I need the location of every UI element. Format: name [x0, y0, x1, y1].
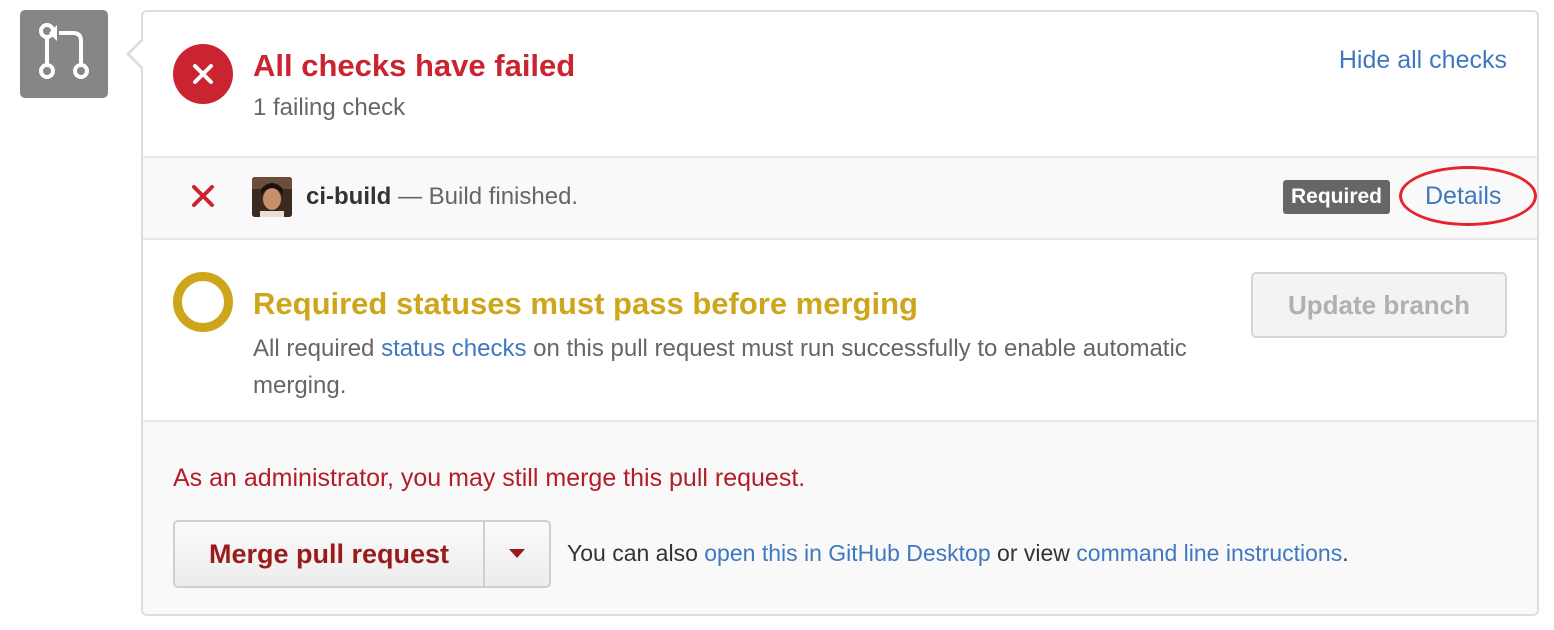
check-name: ci-build — [306, 183, 392, 210]
check-text: ci-build — Build finished. — [306, 183, 578, 211]
merge-status-panel: All checks have failed 1 failing check H… — [141, 10, 1539, 616]
status-checks-link[interactable]: status checks — [381, 335, 526, 362]
help-text-mid: or view — [990, 540, 1077, 566]
annotation-circle — [1399, 166, 1537, 226]
update-branch-button[interactable]: Update branch — [1251, 272, 1507, 338]
hide-all-checks-link[interactable]: Hide all checks — [1339, 46, 1507, 75]
check-description: Build finished. — [428, 183, 579, 210]
merge-help-text: You can also open this in GitHub Desktop… — [567, 540, 1349, 567]
failed-status-icon — [173, 44, 233, 104]
required-statuses-description: All required status checks on this pull … — [253, 330, 1243, 404]
required-badge: Required — [1283, 180, 1391, 214]
checks-status-subtitle: 1 failing check — [253, 94, 406, 121]
help-text-after: . — [1342, 540, 1349, 566]
open-in-desktop-link[interactable]: open this in GitHub Desktop — [704, 540, 990, 566]
admin-merge-note: As an administrator, you may still merge… — [173, 464, 806, 492]
pull-request-icon-box — [20, 10, 108, 98]
help-text-before: You can also — [567, 540, 705, 566]
desc-text-before: All required — [253, 335, 382, 362]
merge-button-group: Merge pull request — [173, 520, 551, 588]
required-statuses-section: Required statuses must pass before mergi… — [143, 240, 1537, 420]
checks-summary-section: All checks have failed 1 failing check H… — [143, 12, 1537, 156]
pending-status-icon — [173, 272, 233, 332]
merge-method-dropdown[interactable] — [485, 522, 549, 586]
panel-arrow-fill — [130, 40, 144, 68]
command-line-instructions-link[interactable]: command line instructions — [1076, 540, 1342, 566]
required-statuses-title: Required statuses must pass before mergi… — [253, 286, 918, 321]
avatar — [252, 177, 292, 217]
check-failed-icon — [191, 184, 215, 208]
merge-section: As an administrator, you may still merge… — [143, 420, 1537, 614]
caret-down-icon — [509, 547, 525, 562]
check-row: ci-build — Build finished. Required Deta… — [143, 156, 1537, 240]
check-separator: — — [391, 183, 429, 210]
git-pull-request-icon — [37, 21, 91, 88]
checks-status-title: All checks have failed — [253, 48, 576, 83]
merge-pull-request-button[interactable]: Merge pull request — [175, 522, 485, 586]
